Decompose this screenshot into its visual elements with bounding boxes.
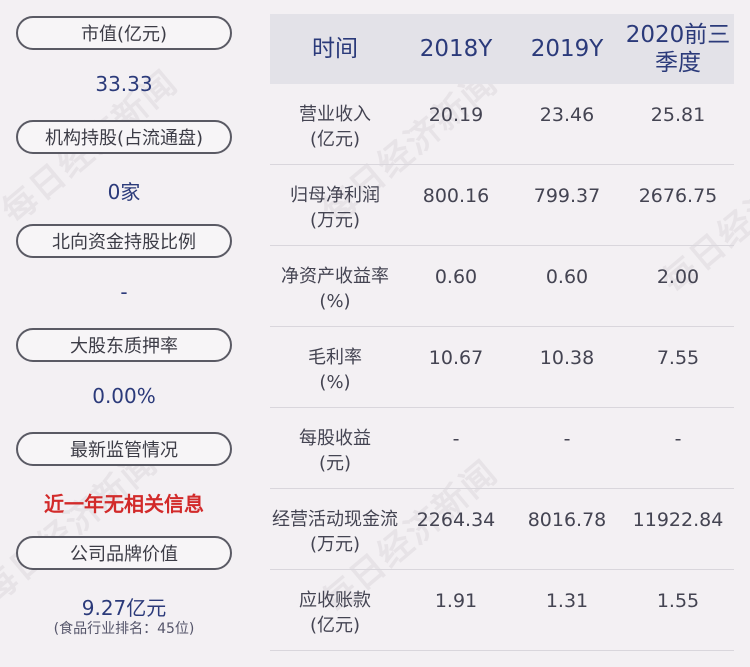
table-row: 毛利率 (%) 10.67 10.38 7.55 bbox=[270, 327, 734, 408]
cell: 0.60 bbox=[545, 266, 589, 288]
cell: 1.31 bbox=[545, 590, 589, 612]
table-header: 时间 2018Y 2019Y 2020前三季度 bbox=[270, 14, 734, 84]
cell: 20.19 bbox=[428, 104, 484, 126]
brand-value-label: 公司品牌价值 bbox=[16, 536, 232, 570]
header-2019: 2019Y bbox=[530, 36, 604, 62]
pledge-ratio-value: 0.00% bbox=[92, 384, 156, 408]
row-label: 应收账款 (亿元) bbox=[299, 590, 371, 636]
table-row: 净资产收益率 (%) 0.60 0.60 2.00 bbox=[270, 246, 734, 327]
header-2020-q3: 2020前三季度 bbox=[625, 22, 731, 76]
financial-table: 时间 2018Y 2019Y 2020前三季度 营业收入 (亿元) 20.19 2… bbox=[270, 14, 734, 651]
cell: - bbox=[452, 428, 460, 450]
regulatory-status-label: 最新监管情况 bbox=[16, 432, 232, 466]
row-label: 毛利率 (%) bbox=[308, 347, 362, 393]
row-label: 归母净利润 (万元) bbox=[290, 185, 380, 231]
cell: 23.46 bbox=[539, 104, 595, 126]
cell: 800.16 bbox=[422, 185, 490, 207]
table-row: 归母净利润 (万元) 800.16 799.37 2676.75 bbox=[270, 165, 734, 246]
market-cap-label: 市值(亿元) bbox=[16, 16, 232, 50]
cell: 1.91 bbox=[434, 590, 478, 612]
brand-value-value: 9.27亿元 bbox=[81, 596, 167, 620]
table-row: 应收账款 (亿元) 1.91 1.31 1.55 bbox=[270, 570, 734, 651]
cell: 1.55 bbox=[656, 590, 700, 612]
institutional-holding-value: 0家 bbox=[107, 180, 141, 204]
institutional-holding-label: 机构持股(占流通盘) bbox=[16, 120, 232, 154]
cell: 2.00 bbox=[656, 266, 700, 288]
cell: 2676.75 bbox=[638, 185, 718, 207]
table-row: 营业收入 (亿元) 20.19 23.46 25.81 bbox=[270, 84, 734, 165]
header-time: 时间 bbox=[312, 36, 358, 62]
northbound-ratio-label: 北向资金持股比例 bbox=[16, 224, 232, 258]
cell: 7.55 bbox=[656, 347, 700, 369]
cell: 10.38 bbox=[539, 347, 595, 369]
cell: 11922.84 bbox=[632, 509, 724, 531]
table-row: 每股收益 (元) - - - bbox=[270, 408, 734, 489]
pledge-ratio-label: 大股东质押率 bbox=[16, 328, 232, 362]
market-cap-value: 33.33 bbox=[95, 72, 153, 96]
row-label: 营业收入 (亿元) bbox=[299, 104, 371, 150]
cell: - bbox=[563, 428, 571, 450]
header-2018: 2018Y bbox=[419, 36, 493, 62]
cell: 25.81 bbox=[650, 104, 706, 126]
table-row: 经营活动现金流 (万元) 2264.34 8016.78 11922.84 bbox=[270, 489, 734, 570]
cell: 799.37 bbox=[533, 185, 601, 207]
row-label: 经营活动现金流 (万元) bbox=[272, 509, 398, 555]
northbound-ratio-value: - bbox=[120, 280, 128, 304]
left-panel: 市值(亿元) 33.33 机构持股(占流通盘) 0家 北向资金持股比例 - 大股… bbox=[0, 0, 250, 667]
regulatory-status-value: 近一年无相关信息 bbox=[44, 492, 204, 516]
cell: - bbox=[674, 428, 682, 450]
row-label: 每股收益 (元) bbox=[299, 428, 371, 474]
cell: 10.67 bbox=[428, 347, 484, 369]
row-label: 净资产收益率 (%) bbox=[281, 266, 389, 312]
cell: 8016.78 bbox=[527, 509, 607, 531]
cell: 2264.34 bbox=[416, 509, 496, 531]
cell: 0.60 bbox=[434, 266, 478, 288]
brand-rank-note: (食品行业排名：45位) bbox=[53, 621, 195, 637]
